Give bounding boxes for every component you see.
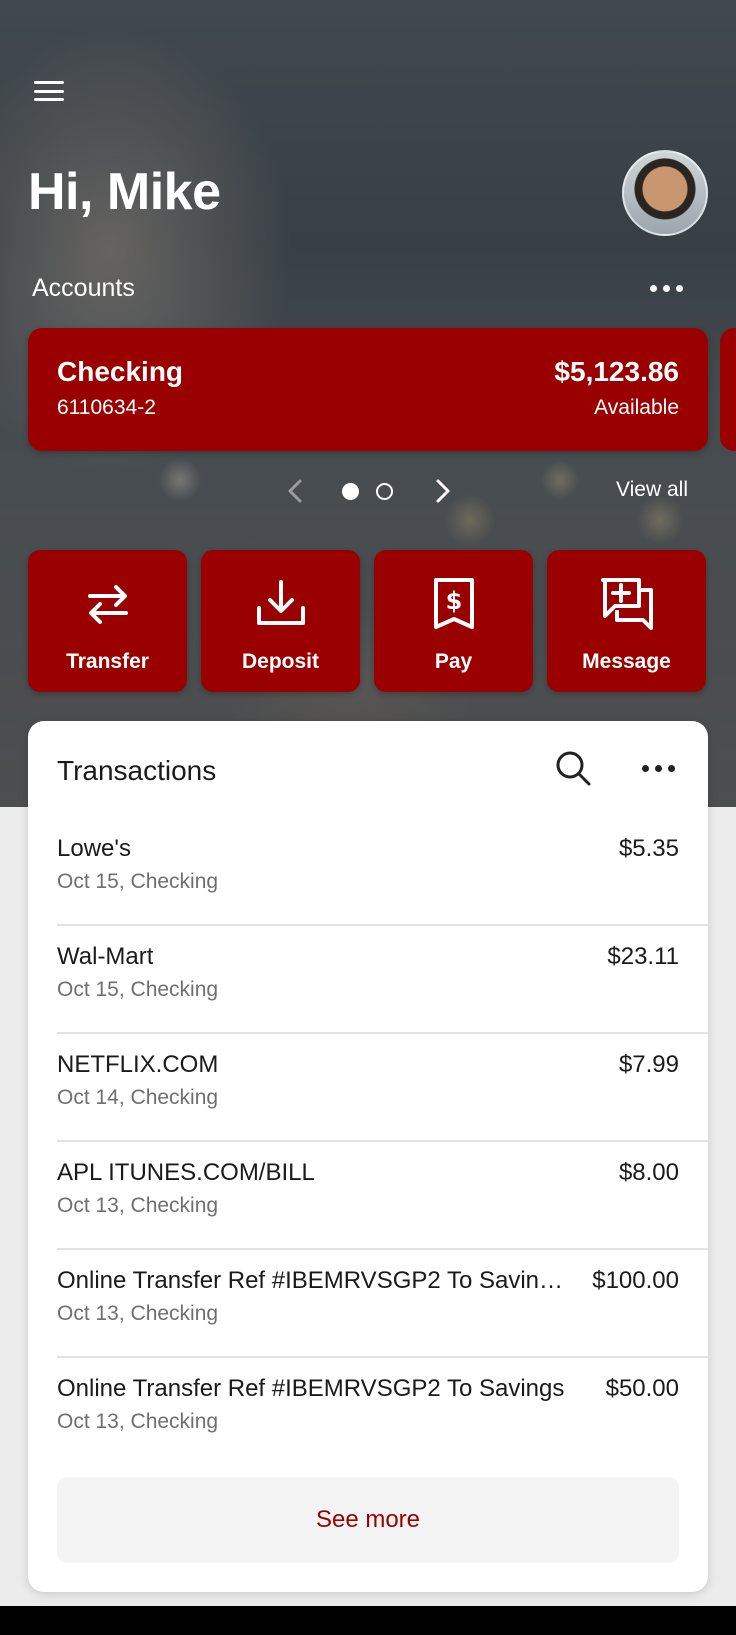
chevron-right-icon[interactable]	[430, 478, 454, 504]
transaction-amount: $100.00	[592, 1267, 679, 1294]
page-dot-active[interactable]	[342, 483, 359, 500]
transaction-name: NETFLIX.COM	[57, 1051, 219, 1078]
transactions-more-icon[interactable]	[642, 765, 675, 772]
transaction-date: Oct 15, Checking	[57, 978, 219, 1001]
transaction-date: Oct 13, Checking	[57, 1194, 219, 1217]
account-balance: $5,123.86	[554, 356, 679, 387]
dollar-receipt-icon: $	[433, 578, 474, 629]
see-more-button[interactable]: See more	[57, 1477, 679, 1563]
accounts-label: Accounts	[32, 274, 135, 302]
transactions-title: Transactions	[57, 755, 217, 786]
transaction-name: APL ITUNES.COM/BILL	[57, 1159, 315, 1186]
download-deposit-icon	[256, 580, 305, 625]
account-number: 6110634-2	[57, 396, 156, 419]
message-plus-icon	[600, 578, 653, 630]
transactions-card: Transactions Lowe's Oct 15, Checking $5.…	[28, 721, 708, 1592]
transfer-label: Transfer	[66, 650, 149, 673]
transaction-row[interactable]: Lowe's Oct 15, Checking $5.35	[57, 818, 708, 926]
transaction-name: Online Transfer Ref #IBEMRVSGP2 To Savin…	[57, 1267, 564, 1294]
message-button[interactable]: Message	[547, 550, 706, 692]
transaction-date: Oct 13, Checking	[57, 1410, 219, 1433]
transfer-arrows-icon	[87, 585, 128, 624]
account-pager: View all	[0, 476, 736, 506]
transaction-row[interactable]: APL ITUNES.COM/BILL Oct 13, Checking $8.…	[57, 1142, 708, 1250]
transaction-date: Oct 14, Checking	[57, 1086, 219, 1109]
balance-label: Available	[594, 396, 679, 419]
greeting-title: Hi, Mike	[28, 163, 221, 221]
transaction-row[interactable]: Online Transfer Ref #IBEMRVSGP2 To Savin…	[57, 1250, 708, 1358]
transaction-amount: $50.00	[605, 1375, 679, 1402]
pay-button[interactable]: $ Pay	[374, 550, 533, 692]
transaction-date: Oct 15, Checking	[57, 870, 219, 893]
hamburger-menu-icon[interactable]	[34, 78, 64, 104]
transaction-amount: $8.00	[618, 1159, 679, 1186]
checking-account-card[interactable]: Checking 6110634-2 $5,123.86 Available	[28, 328, 708, 451]
transaction-row[interactable]: NETFLIX.COM Oct 14, Checking $7.99	[57, 1034, 708, 1142]
transaction-name: Online Transfer Ref #IBEMRVSGP2 To Savin…	[57, 1375, 565, 1402]
deposit-label: Deposit	[241, 650, 319, 673]
page-dot-inactive[interactable]	[376, 483, 393, 500]
svg-text:$: $	[445, 587, 462, 615]
transaction-row[interactable]: Wal-Mart Oct 15, Checking $23.11	[57, 926, 708, 1034]
next-account-card-peek[interactable]	[720, 328, 736, 451]
account-name: Checking	[57, 356, 184, 387]
view-all-link[interactable]: View all	[616, 478, 688, 502]
transaction-row[interactable]: Online Transfer Ref #IBEMRVSGP2 To Savin…	[57, 1358, 708, 1466]
transaction-name: Wal-Mart	[57, 943, 154, 970]
chevron-left-icon[interactable]	[284, 478, 308, 504]
message-label: Message	[582, 650, 671, 673]
transaction-name: Lowe's	[57, 835, 131, 862]
search-icon[interactable]	[554, 749, 592, 787]
quick-actions: Transfer Deposit $ Pay Message	[28, 550, 706, 692]
transaction-amount: $23.11	[607, 943, 679, 970]
transactions-list: Lowe's Oct 15, Checking $5.35 Wal-Mart O…	[57, 818, 708, 1466]
transfer-button[interactable]: Transfer	[28, 550, 187, 692]
user-avatar[interactable]	[622, 150, 708, 236]
pay-label: Pay	[434, 650, 473, 673]
deposit-button[interactable]: Deposit	[201, 550, 360, 692]
transaction-date: Oct 13, Checking	[57, 1302, 219, 1325]
accounts-more-icon[interactable]	[650, 285, 683, 292]
system-navigation-bar	[0, 1606, 736, 1635]
transaction-amount: $7.99	[618, 1051, 679, 1078]
transaction-amount: $5.35	[618, 835, 679, 862]
